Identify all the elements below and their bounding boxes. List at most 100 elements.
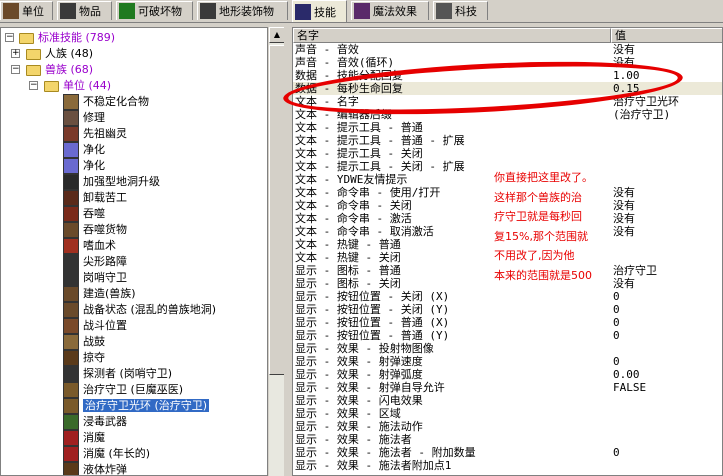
tab-buffs[interactable]: 魔法效果 (351, 1, 429, 20)
tree-scrollbar[interactable]: ▲ (268, 27, 285, 476)
tree-item[interactable]: 净化 (63, 158, 105, 174)
property-name: 文本 - 命令串 - 使用/打开 (295, 186, 441, 199)
tree-node-standard-abilities[interactable]: − 标准技能 (789) (5, 30, 115, 46)
tree-item[interactable]: 消魔 (年长的) (63, 446, 150, 462)
tab-upgrades[interactable]: 科技 (433, 1, 488, 20)
table-row[interactable]: 显示 - 效果 - 区域 (293, 407, 722, 420)
tree-node-human[interactable]: + 人族 (48) (11, 46, 93, 62)
table-row[interactable]: 显示 - 效果 - 投射物图像 (293, 342, 722, 355)
tree-item[interactable]: 卸载苦工 (63, 190, 127, 206)
property-value[interactable]: 0 (613, 316, 620, 329)
tree-item-label: 掠夺 (83, 351, 105, 364)
tree-item[interactable]: 战斗位置 (63, 318, 127, 334)
property-value[interactable]: 0 (613, 290, 620, 303)
table-row[interactable]: 声音 - 音效 没有 (293, 43, 722, 56)
tree-item-label: 治疗守卫 (巨魔巫医) (83, 383, 184, 396)
tree-item[interactable]: 战鼓 (63, 334, 105, 350)
property-value[interactable]: 0.00 (613, 368, 640, 381)
tree-item[interactable]: 岗哨守卫 (63, 270, 127, 286)
tree-item[interactable]: 治疗守卫 (巨魔巫医) (63, 382, 183, 398)
table-row[interactable]: 文本 - 提示工具 - 普通 - 扩展 (293, 134, 722, 147)
table-row[interactable]: 显示 - 按钮位置 - 关闭 (Y) 0 (293, 303, 722, 316)
tab-destructibles[interactable]: 可破坏物 (116, 1, 193, 20)
property-name: 文本 - 提示工具 - 关闭 - 扩展 (295, 160, 465, 173)
tree-item[interactable]: 探测者 (岗哨守卫) (63, 366, 172, 382)
table-row[interactable]: 显示 - 效果 - 施法动作 (293, 420, 722, 433)
scroll-thumb[interactable] (269, 45, 285, 375)
ability-icon (63, 110, 79, 126)
folder-open-icon (44, 80, 59, 92)
tree-item[interactable]: 加强型地洞升级 (63, 174, 160, 190)
table-row[interactable]: 显示 - 效果 - 射弹自导允许 FALSE (293, 381, 722, 394)
property-value[interactable]: 0 (613, 303, 620, 316)
table-row[interactable]: 显示 - 按钮位置 - 普通 (Y) 0 (293, 329, 722, 342)
tree-item[interactable]: 建造(兽族) (63, 286, 136, 302)
collapse-toggle[interactable]: − (11, 65, 20, 74)
ability-icon (63, 398, 79, 414)
table-row[interactable]: 显示 - 效果 - 射弹速度 0 (293, 355, 722, 368)
tab-items[interactable]: 物品 (57, 1, 112, 20)
tab-units[interactable]: 单位 (0, 1, 53, 20)
tree-item[interactable]: 净化 (63, 142, 105, 158)
collapse-toggle[interactable]: − (5, 33, 14, 42)
tree-item[interactable]: 浸毒武器 (63, 414, 127, 430)
tree-node-orc-units[interactable]: − 单位 (44) (29, 78, 111, 94)
tree-item[interactable]: 吞噬货物 (63, 222, 127, 238)
property-value[interactable]: 0 (613, 446, 620, 459)
property-value[interactable]: 没有 (613, 199, 635, 212)
tree-node-label: 兽族 (68) (45, 63, 94, 76)
column-header-value[interactable]: 值 (611, 28, 722, 43)
ability-icon (63, 334, 79, 350)
tree-item[interactable]: 液体炸弹 (63, 462, 127, 475)
table-row[interactable]: 显示 - 按钮位置 - 关闭 (X) 0 (293, 290, 722, 303)
table-row[interactable]: 显示 - 效果 - 射弹弧度 0.00 (293, 368, 722, 381)
tab-abilities[interactable]: 技能 (292, 0, 347, 22)
tree-item[interactable]: 掠夺 (63, 350, 105, 366)
doodad-icon (200, 3, 216, 19)
property-value[interactable]: 没有 (613, 277, 635, 290)
property-name: 显示 - 效果 - 闪电效果 (295, 394, 423, 407)
annotation-line: 这样那个兽族的治 (494, 190, 582, 204)
ability-icon (63, 142, 79, 158)
tree-node-orc[interactable]: − 兽族 (68) (11, 62, 93, 78)
property-value[interactable]: 没有 (613, 212, 635, 225)
tree-item[interactable]: 治疗守卫光环 (治疗守卫) (63, 398, 210, 414)
ability-icon (63, 126, 79, 142)
table-row[interactable]: 文本 - 提示工具 - 普通 (293, 121, 722, 134)
table-row[interactable]: 显示 - 效果 - 施法者附加点1 (293, 459, 722, 472)
ability-icon (63, 174, 79, 190)
annotation-line: 不用改了,因为他 (494, 249, 575, 263)
tree-item[interactable]: 吞噬 (63, 206, 105, 222)
ability-icon (63, 446, 79, 462)
property-value[interactable]: 没有 (613, 43, 635, 56)
column-header-name[interactable]: 名字 (293, 28, 611, 43)
tree-item[interactable]: 修理 (63, 110, 105, 126)
property-value[interactable]: FALSE (613, 381, 646, 394)
property-value[interactable]: 0 (613, 329, 620, 342)
tree-item[interactable]: 嗜血术 (63, 238, 116, 254)
unit-icon (3, 3, 19, 19)
tree-item[interactable]: 消魔 (63, 430, 105, 446)
collapse-toggle[interactable]: − (29, 81, 38, 90)
tab-doodads[interactable]: 地形装饰物 (197, 1, 288, 20)
table-row[interactable]: 显示 - 效果 - 闪电效果 (293, 394, 722, 407)
property-name: 显示 - 效果 - 投射物图像 (295, 342, 434, 355)
property-value[interactable]: (治疗守卫) (613, 108, 670, 121)
property-value[interactable]: 没有 (613, 225, 635, 238)
annotation-line: 你直接把这里改了。 (494, 171, 593, 184)
tree-item-label: 消魔 (83, 431, 105, 444)
scroll-up-button[interactable]: ▲ (269, 27, 285, 43)
folder-icon (26, 48, 41, 60)
table-row[interactable]: 显示 - 效果 - 施法者 (293, 433, 722, 446)
table-row[interactable]: 显示 - 按钮位置 - 普通 (X) 0 (293, 316, 722, 329)
tree-item[interactable]: 战备状态 (混乱的兽族地洞) (63, 302, 216, 318)
table-row[interactable]: 文本 - 提示工具 - 关闭 (293, 147, 722, 160)
property-value[interactable]: 没有 (613, 186, 635, 199)
tree-item[interactable]: 尖形路障 (63, 254, 127, 270)
tree-item[interactable]: 先祖幽灵 (63, 126, 127, 142)
expand-toggle[interactable]: + (11, 49, 20, 58)
property-value[interactable]: 0 (613, 355, 620, 368)
tree-item[interactable]: 不稳定化合物 (63, 94, 149, 110)
property-value[interactable]: 治疗守卫 (613, 264, 657, 277)
table-row[interactable]: 显示 - 效果 - 施法者 - 附加数量 0 (293, 446, 722, 459)
